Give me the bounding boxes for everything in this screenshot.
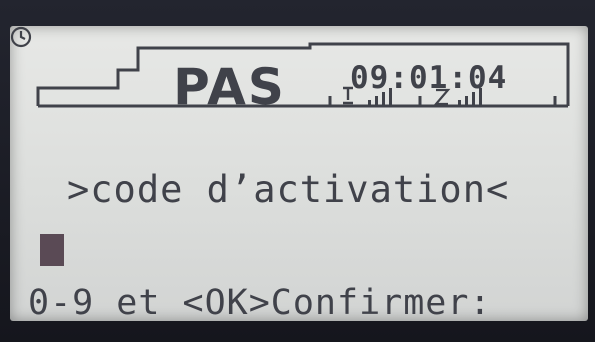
footer-instructions: 0-9 et <OK>Confirmer: (28, 283, 492, 321)
input-cursor[interactable] (40, 234, 64, 266)
clock-icon (10, 26, 32, 48)
activation-code-prompt: >code d’activation< (67, 168, 510, 211)
status-header: PAS 09:01:04 (10, 26, 588, 116)
antenna-signal-icon (343, 86, 392, 106)
lcd-screen: PAS 09:01:04 >code d’activation< 0-9 et … (10, 26, 588, 321)
brand-logo: PAS (173, 58, 286, 116)
gsm-signal-icon (433, 88, 482, 106)
